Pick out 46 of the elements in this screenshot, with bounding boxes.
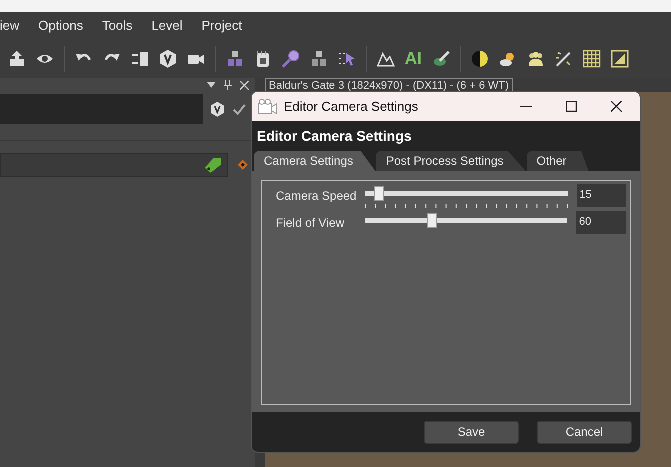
maximize-icon[interactable] — [566, 101, 577, 112]
tab[interactable]: Other — [526, 151, 589, 171]
sun-cloud-icon[interactable] — [499, 50, 517, 68]
diamond-icon — [238, 160, 248, 170]
dropdown-icon[interactable] — [207, 82, 216, 88]
tab[interactable]: Post Process Settings — [376, 151, 526, 171]
tag-icon[interactable] — [204, 157, 222, 173]
slider-thumb[interactable] — [374, 186, 384, 201]
cubes-icon[interactable] — [226, 50, 244, 68]
grid-icon[interactable] — [583, 50, 601, 68]
document-arrows-icon[interactable] — [131, 50, 149, 68]
half-circle-icon[interactable] — [471, 50, 489, 68]
hexagon-v-icon[interactable] — [159, 50, 177, 68]
slider-thumb[interactable] — [426, 213, 437, 228]
magic-wand-icon[interactable] — [555, 50, 573, 68]
menu-item[interactable]: iew — [0, 16, 20, 36]
input-field[interactable] — [0, 94, 203, 124]
hexagon-v-icon[interactable] — [211, 102, 224, 116]
menu-item[interactable]: Project — [202, 16, 242, 36]
close-icon[interactable] — [611, 101, 622, 112]
slider-label: Camera Speed — [276, 188, 358, 205]
input-field[interactable] — [0, 153, 228, 177]
camera-icon — [258, 98, 278, 114]
dialog-button[interactable]: Cancel — [537, 420, 632, 444]
mountains-icon[interactable] — [377, 50, 395, 68]
dialog-button[interactable]: Save — [424, 420, 519, 444]
pin-icon[interactable] — [224, 80, 232, 90]
checkmark-icon[interactable] — [233, 104, 246, 114]
value-field[interactable]: 60 — [576, 211, 626, 234]
tab[interactable]: Camera Settings — [254, 151, 376, 171]
ai-tool-button[interactable]: AI — [405, 46, 422, 72]
menu-item[interactable]: Options — [38, 16, 84, 36]
notepad-icon[interactable] — [254, 50, 272, 68]
people-icon[interactable] — [527, 50, 545, 68]
dialog-heading: Editor Camera Settings — [256, 126, 413, 146]
menu-item[interactable]: Level — [152, 16, 183, 36]
cubes-icon[interactable] — [310, 50, 328, 68]
selection-cursor-icon[interactable] — [338, 50, 356, 68]
value-field[interactable]: 15 — [576, 184, 626, 207]
framed-image-icon[interactable] — [611, 50, 629, 68]
export-icon[interactable] — [8, 50, 26, 68]
window-title: Editor Camera Settings — [284, 98, 418, 116]
menu-item[interactable]: Tools — [102, 16, 133, 36]
brush-icon[interactable] — [432, 50, 450, 68]
magnifier-icon[interactable] — [282, 50, 300, 68]
slider-label: Field of View — [276, 215, 346, 232]
